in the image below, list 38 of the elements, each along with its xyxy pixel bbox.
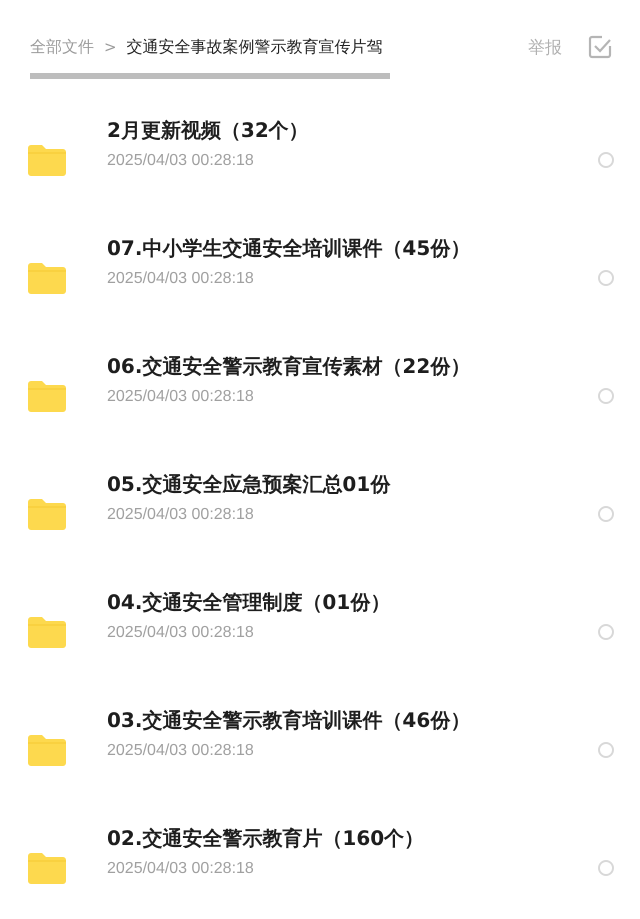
breadcrumb-current: 交通安全事故案例警示教育宣传片驾 [126,36,383,58]
file-row[interactable]: 07.中小学生交通安全培训课件（45份） 2025/04/03 00:28:18 [0,219,640,337]
breadcrumb-separator: > [104,38,117,56]
folder-icon [28,380,66,412]
file-name: 04.交通安全管理制度（01份） [107,588,392,616]
folder-icon [28,734,66,766]
file-row[interactable]: 02.交通安全警示教育片（160个） 2025/04/03 00:28:18 [0,809,640,919]
file-date: 2025/04/03 00:28:18 [107,152,255,170]
select-radio[interactable] [598,388,614,404]
file-date: 2025/04/03 00:28:18 [107,860,255,878]
file-date: 2025/04/03 00:28:18 [107,270,255,288]
file-name: 06.交通安全警示教育宣传素材（22份） [107,352,472,380]
select-radio[interactable] [598,506,614,522]
file-name: 03.交通安全警示教育培训课件（46份） [107,706,472,734]
file-row[interactable]: 03.交通安全警示教育培训课件（46份） 2025/04/03 00:28:18 [0,691,640,809]
select-radio[interactable] [598,860,614,876]
file-row[interactable]: 04.交通安全管理制度（01份） 2025/04/03 00:28:18 [0,573,640,691]
file-name: 2月更新视频（32个） [107,116,310,144]
file-date: 2025/04/03 00:28:18 [107,388,255,406]
file-name: 02.交通安全警示教育片（160个） [107,824,426,852]
select-radio[interactable] [598,742,614,758]
file-date: 2025/04/03 00:28:18 [107,624,255,642]
file-name: 05.交通安全应急预案汇总01份 [107,470,392,498]
select-all-icon[interactable] [588,35,612,59]
folder-icon [28,852,66,884]
folder-icon [28,498,66,530]
select-radio[interactable] [598,270,614,286]
file-row[interactable]: 2月更新视频（32个） 2025/04/03 00:28:18 [0,101,640,219]
folder-icon [28,262,66,294]
file-date: 2025/04/03 00:28:18 [107,506,255,524]
file-row[interactable]: 05.交通安全应急预案汇总01份 2025/04/03 00:28:18 [0,455,640,573]
file-name: 07.中小学生交通安全培训课件（45份） [107,234,472,262]
select-radio[interactable] [598,152,614,168]
select-radio[interactable] [598,624,614,640]
folder-icon [28,144,66,176]
file-date: 2025/04/03 00:28:18 [107,742,255,760]
file-row[interactable]: 06.交通安全警示教育宣传素材（22份） 2025/04/03 00:28:18 [0,337,640,455]
folder-icon [28,616,66,648]
